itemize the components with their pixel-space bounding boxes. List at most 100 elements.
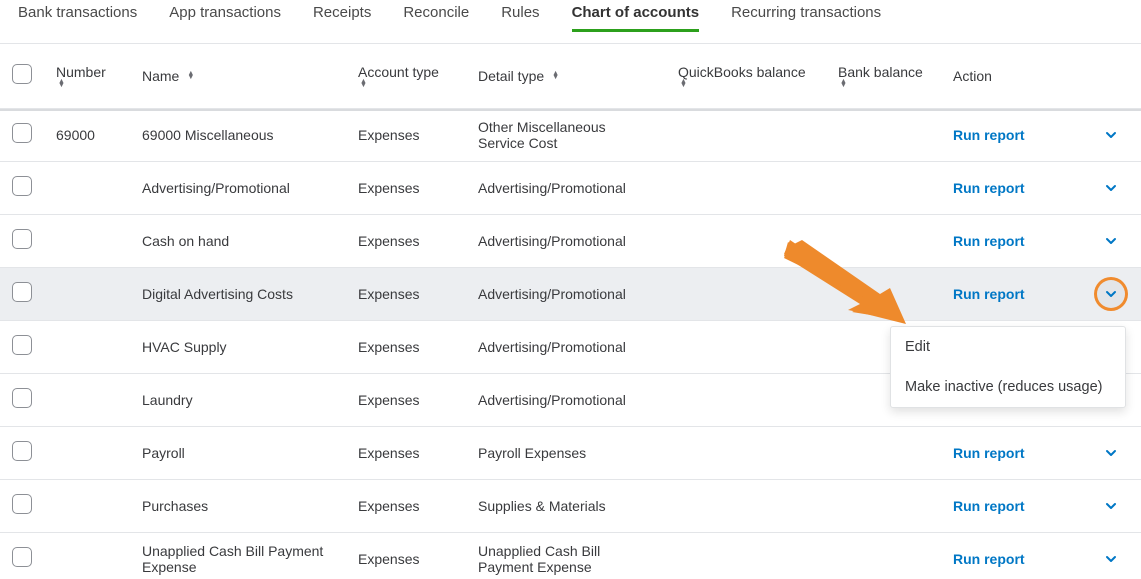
accounts-table: Number Name Account type Detail type Qui… [0, 44, 1141, 579]
row-bank-balance [826, 532, 941, 579]
row-name: Purchases [130, 479, 346, 532]
row-checkbox-cell [0, 373, 44, 426]
row-checkbox-cell [0, 426, 44, 479]
row-type: Expenses [346, 373, 466, 426]
row-checkbox[interactable] [12, 547, 32, 567]
header-name-label: Name [142, 68, 179, 84]
row-checkbox-cell [0, 267, 44, 320]
row-action-cell: Run report [941, 214, 1141, 267]
row-qb-balance [666, 214, 826, 267]
row-bank-balance [826, 479, 941, 532]
run-report-link[interactable]: Run report [953, 498, 1025, 514]
row-bank-balance [826, 161, 941, 214]
row-detail: Advertising/Promotional [466, 267, 666, 320]
row-detail: Advertising/Promotional [466, 161, 666, 214]
tab-rules[interactable]: Rules [501, 0, 539, 32]
row-qb-balance [666, 267, 826, 320]
row-name: HVAC Supply [130, 320, 346, 373]
header-detail-label: Detail type [478, 68, 544, 84]
run-report-link[interactable]: Run report [953, 551, 1025, 567]
row-detail: Payroll Expenses [466, 426, 666, 479]
row-action-dropdown-button[interactable] [1097, 492, 1125, 520]
tab-app-transactions[interactable]: App transactions [169, 0, 281, 32]
row-checkbox[interactable] [12, 494, 32, 514]
row-checkbox-cell [0, 532, 44, 579]
select-all-checkbox[interactable] [12, 64, 32, 84]
header-bank-balance[interactable]: Bank balance [826, 44, 941, 108]
row-name: Laundry [130, 373, 346, 426]
header-account-type[interactable]: Account type [346, 44, 466, 108]
row-checkbox-cell [0, 214, 44, 267]
table-row: Advertising/PromotionalExpensesAdvertisi… [0, 161, 1141, 214]
tab-bar: Bank transactions App transactions Receipt… [0, 0, 1141, 43]
row-checkbox[interactable] [12, 123, 32, 143]
row-number [44, 320, 130, 373]
header-bank-label: Bank balance [838, 64, 923, 80]
row-qb-balance [666, 108, 826, 161]
sort-icon [187, 72, 194, 80]
table-row: PayrollExpensesPayroll ExpensesRun repor… [0, 426, 1141, 479]
row-type: Expenses [346, 320, 466, 373]
row-checkbox-cell [0, 161, 44, 214]
row-action-cell: Run report [941, 161, 1141, 214]
row-checkbox[interactable] [12, 282, 32, 302]
row-type: Expenses [346, 267, 466, 320]
tab-reconcile[interactable]: Reconcile [403, 0, 469, 32]
row-qb-balance [666, 426, 826, 479]
row-type: Expenses [346, 426, 466, 479]
run-report-link[interactable]: Run report [953, 286, 1025, 302]
row-checkbox[interactable] [12, 441, 32, 461]
row-detail: Unapplied Cash Bill Payment Expense [466, 532, 666, 579]
table-row: PurchasesExpensesSupplies & MaterialsRun… [0, 479, 1141, 532]
header-checkbox-cell [0, 44, 44, 108]
row-number [44, 161, 130, 214]
row-action-menu: Edit Make inactive (reduces usage) [890, 326, 1126, 408]
row-action-dropdown-button[interactable] [1097, 280, 1125, 308]
sort-icon [360, 80, 367, 88]
row-number [44, 214, 130, 267]
row-bank-balance [826, 108, 941, 161]
row-checkbox-cell [0, 479, 44, 532]
row-name: 69000 Miscellaneous [130, 108, 346, 161]
tab-bank-transactions[interactable]: Bank transactions [18, 0, 137, 32]
row-number [44, 479, 130, 532]
run-report-link[interactable]: Run report [953, 233, 1025, 249]
row-type: Expenses [346, 214, 466, 267]
header-name[interactable]: Name [130, 44, 346, 108]
sort-icon [840, 80, 847, 88]
row-action-dropdown-button[interactable] [1097, 439, 1125, 467]
row-name: Digital Advertising Costs [130, 267, 346, 320]
run-report-link[interactable]: Run report [953, 127, 1025, 143]
row-number [44, 426, 130, 479]
header-detail-type[interactable]: Detail type [466, 44, 666, 108]
row-action-dropdown-button[interactable] [1097, 174, 1125, 202]
run-report-link[interactable]: Run report [953, 445, 1025, 461]
row-checkbox-cell [0, 108, 44, 161]
row-detail: Other Miscellaneous Service Cost [466, 108, 666, 161]
row-number [44, 532, 130, 579]
row-action-dropdown-button[interactable] [1097, 121, 1125, 149]
row-action-cell: Run report [941, 267, 1141, 320]
header-number[interactable]: Number [44, 44, 130, 108]
run-report-link[interactable]: Run report [953, 180, 1025, 196]
row-name: Advertising/Promotional [130, 161, 346, 214]
header-qb-balance[interactable]: QuickBooks balance [666, 44, 826, 108]
row-checkbox[interactable] [12, 176, 32, 196]
table-header-row: Number Name Account type Detail type Qui… [0, 44, 1141, 108]
tab-recurring-transactions[interactable]: Recurring transactions [731, 0, 881, 32]
row-checkbox[interactable] [12, 229, 32, 249]
row-qb-balance [666, 532, 826, 579]
menu-item-make-inactive[interactable]: Make inactive (reduces usage) [891, 367, 1125, 407]
header-action: Action [941, 44, 1141, 108]
menu-item-edit[interactable]: Edit [891, 327, 1125, 367]
table-row: Unapplied Cash Bill Payment ExpenseExpen… [0, 532, 1141, 579]
tab-receipts[interactable]: Receipts [313, 0, 371, 32]
row-type: Expenses [346, 479, 466, 532]
row-action-dropdown-button[interactable] [1097, 227, 1125, 255]
row-checkbox[interactable] [12, 388, 32, 408]
row-action-dropdown-button[interactable] [1097, 545, 1125, 573]
tab-chart-of-accounts[interactable]: Chart of accounts [572, 0, 700, 32]
row-checkbox[interactable] [12, 335, 32, 355]
row-action-cell: Run report [941, 108, 1141, 161]
row-number [44, 373, 130, 426]
